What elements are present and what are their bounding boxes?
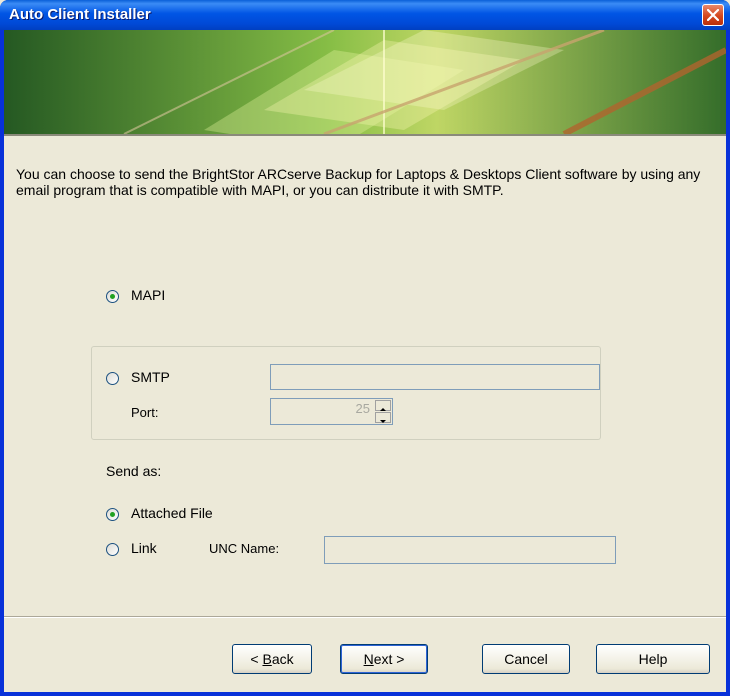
banner-graphic [4,30,726,134]
link-label[interactable]: Link [131,540,157,556]
port-spin-buttons [375,400,391,423]
installer-window: Auto Client Installer You can choose to … [0,0,730,696]
back-rest: ack [271,651,294,667]
mapi-label[interactable]: MAPI [131,287,165,303]
port-spinner[interactable]: 25 [270,398,393,425]
smtp-server-input[interactable] [270,364,600,390]
help-button[interactable]: Help [596,644,710,674]
port-value: 25 [355,401,370,416]
title-bar[interactable]: Auto Client Installer [0,0,730,30]
cancel-button[interactable]: Cancel [482,644,570,674]
port-up-button[interactable] [375,400,391,411]
next-button[interactable]: Next > [340,644,428,674]
arrow-down-icon [380,420,386,423]
close-icon [707,9,719,21]
window-title: Auto Client Installer [9,6,151,23]
back-button[interactable]: < Back [232,644,312,674]
attached-file-label[interactable]: Attached File [131,505,213,521]
mapi-radio[interactable] [106,290,119,303]
smtp-group [91,346,601,440]
port-label: Port: [131,405,159,420]
back-prefix: < [250,651,263,667]
send-as-label: Send as: [106,463,162,479]
next-rest: ext > [373,651,405,667]
port-down-button[interactable] [375,412,391,423]
next-mnemonic: N [363,651,374,667]
header-banner [4,30,726,134]
footer-separator [4,616,726,618]
link-radio[interactable] [106,543,119,556]
close-button[interactable] [702,4,724,26]
back-mnemonic: B [262,651,272,667]
banner-divider [4,134,726,136]
smtp-label[interactable]: SMTP [131,369,170,385]
smtp-radio[interactable] [106,372,119,385]
intro-text: You can choose to send the BrightStor AR… [16,166,701,198]
unc-name-label: UNC Name: [209,541,280,556]
dialog-body: You can choose to send the BrightStor AR… [4,30,726,692]
unc-name-input[interactable] [324,536,616,564]
attached-file-radio[interactable] [106,508,119,521]
